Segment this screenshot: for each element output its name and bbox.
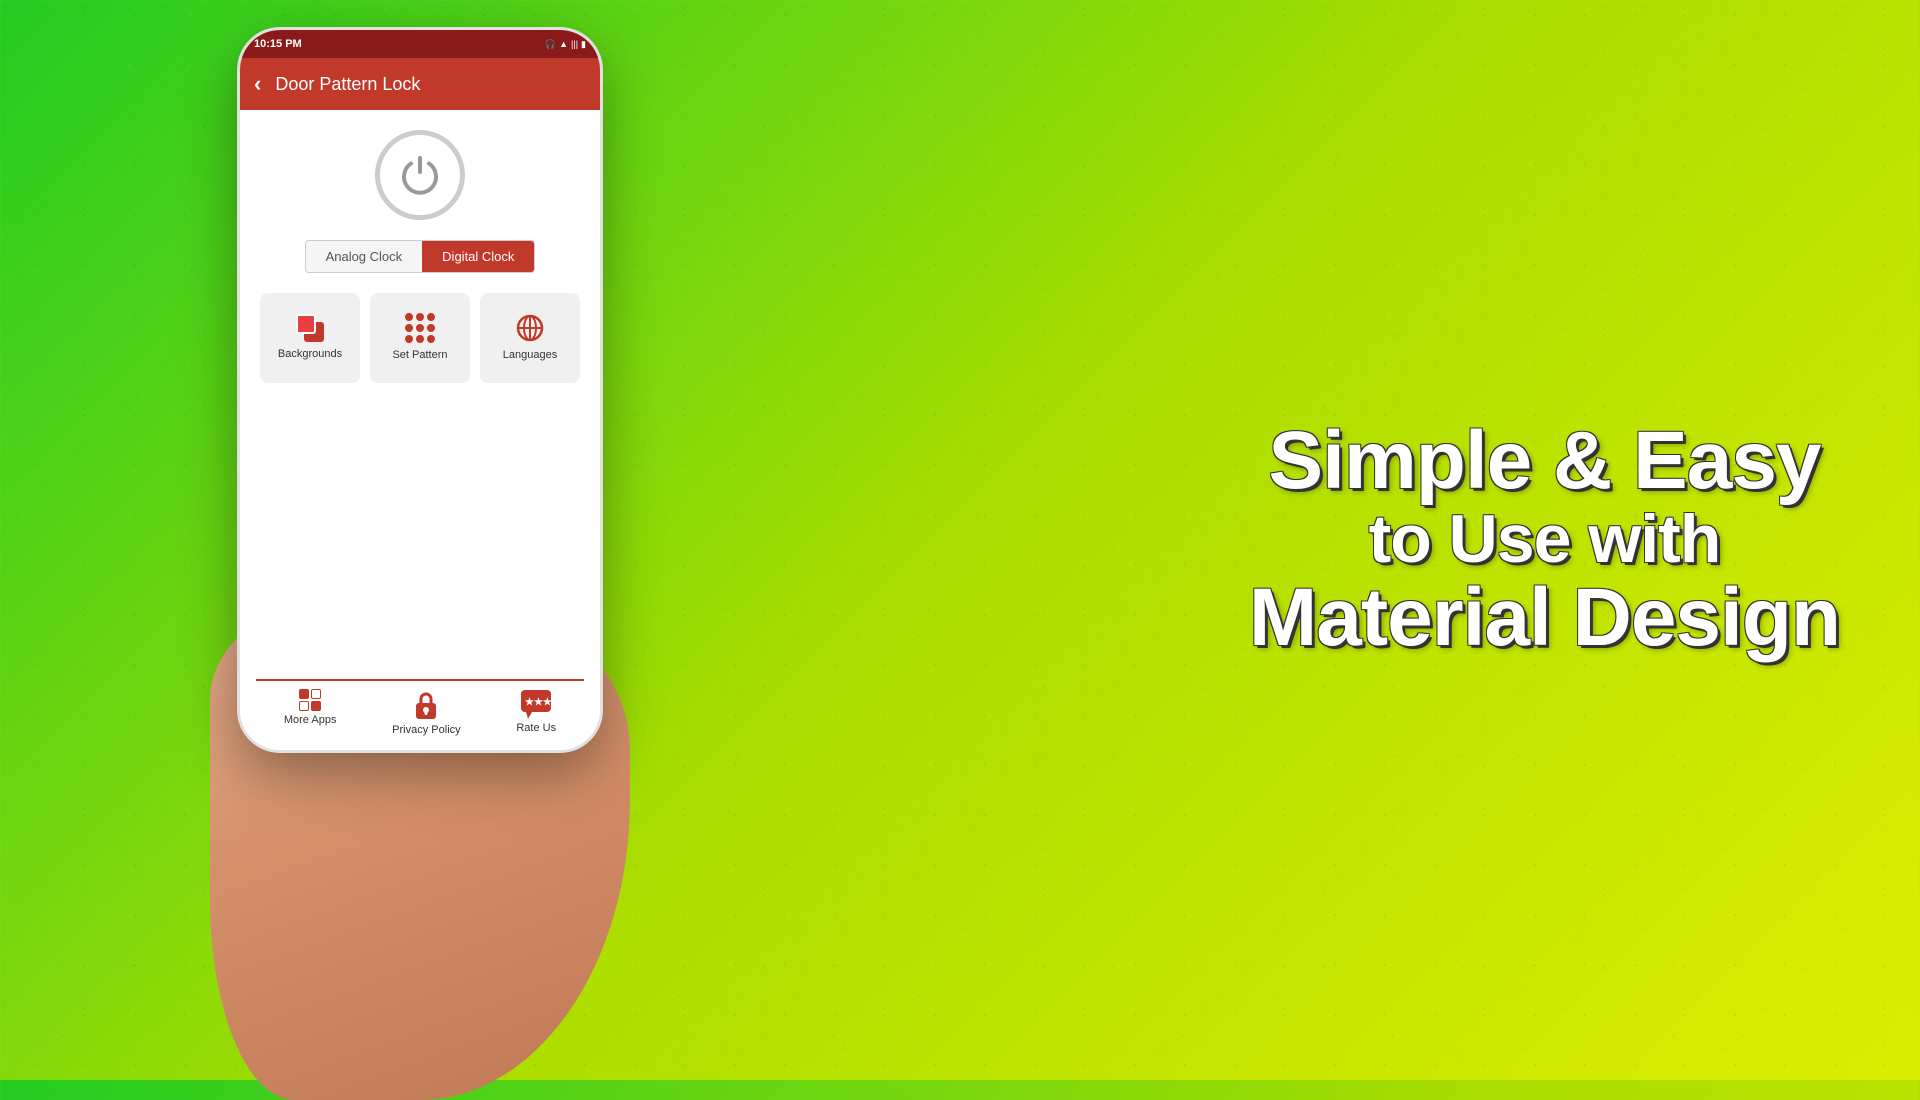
phone-area: 10:15 PM 🎧 ▲ ||| ▮ ‹ Door Pattern Lock	[160, 0, 680, 1080]
privacy-policy-nav-item[interactable]: Privacy Policy	[392, 689, 460, 736]
actions-grid: Backgrounds	[260, 293, 580, 383]
set-pattern-button[interactable]: Set Pattern	[370, 293, 470, 383]
status-bar: 10:15 PM 🎧 ▲ ||| ▮	[240, 30, 600, 58]
more-apps-label: More Apps	[284, 714, 337, 726]
rate-us-nav-item[interactable]: ★★★ Rate Us	[516, 689, 556, 736]
main-scene: 10:15 PM 🎧 ▲ ||| ▮ ‹ Door Pattern Lock	[0, 0, 1920, 1080]
clock-toggle[interactable]: Analog Clock Digital Clock	[305, 240, 536, 273]
globe-icon	[515, 313, 545, 343]
analog-clock-button[interactable]: Analog Clock	[306, 241, 423, 272]
headline-line1: Simple & Easy	[1249, 418, 1840, 504]
backgrounds-button[interactable]: Backgrounds	[260, 293, 360, 383]
phone-content: Analog Clock Digital Clock Backgrounds	[240, 110, 600, 750]
power-circle	[375, 130, 465, 220]
app-title: Door Pattern Lock	[275, 74, 420, 95]
set-pattern-icon	[405, 313, 435, 343]
languages-label: Languages	[503, 349, 557, 362]
headline-line2: to Use with	[1249, 504, 1840, 575]
chat-icon: ★★★	[520, 689, 552, 719]
privacy-policy-label: Privacy Policy	[392, 724, 460, 736]
lock-icon	[412, 689, 440, 721]
headphone-icon: 🎧	[545, 39, 556, 50]
rate-us-label: Rate Us	[516, 722, 556, 734]
backgrounds-label: Backgrounds	[278, 348, 342, 361]
power-icon	[395, 150, 445, 200]
digital-clock-button[interactable]: Digital Clock	[422, 241, 534, 272]
svg-text:★★★: ★★★	[525, 697, 552, 708]
headline-line3: Material Design	[1249, 576, 1840, 662]
battery-icon: ▮	[581, 39, 586, 50]
wifi-icon: ▲	[559, 39, 568, 49]
headline-area: Simple & Easy to Use with Material Desig…	[1249, 418, 1840, 662]
back-button[interactable]: ‹	[254, 71, 261, 97]
more-apps-icon	[299, 689, 321, 711]
set-pattern-label: Set Pattern	[392, 349, 447, 362]
bottom-nav: More Apps Privacy Policy	[256, 679, 584, 740]
backgrounds-icon	[296, 314, 324, 342]
app-bar: ‹ Door Pattern Lock	[240, 58, 600, 110]
phone-frame: 10:15 PM 🎧 ▲ ||| ▮ ‹ Door Pattern Lock	[240, 30, 600, 750]
status-icons: 🎧 ▲ ||| ▮	[545, 39, 586, 50]
more-apps-nav-item[interactable]: More Apps	[284, 689, 337, 736]
status-time: 10:15 PM	[254, 38, 302, 50]
languages-button[interactable]: Languages	[480, 293, 580, 383]
signal-icon: |||	[571, 39, 578, 49]
